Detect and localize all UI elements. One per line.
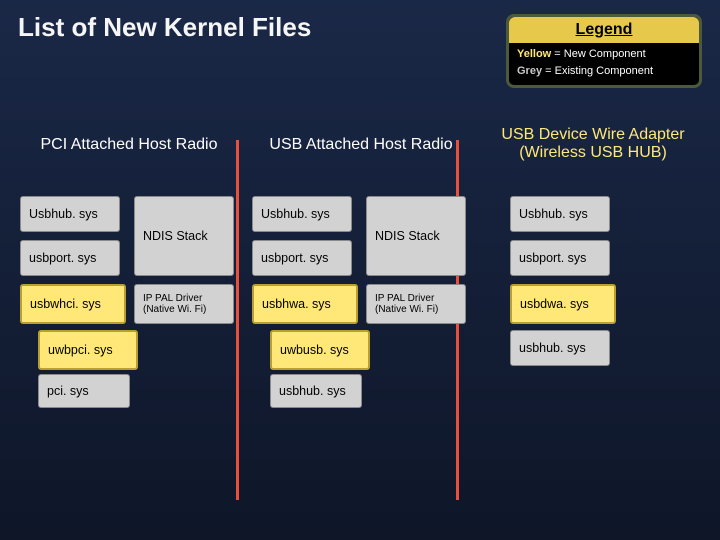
- legend-grey-label: Grey: [517, 65, 542, 77]
- legend-yellow-desc: = New Component: [551, 48, 645, 60]
- column-usb: USB Attached Host Radio Usbhub. sys usbp…: [252, 140, 470, 496]
- box-uwbpci: uwbpci. sys: [38, 330, 138, 370]
- box-usbport: usbport. sys: [252, 240, 352, 276]
- box-usbhub: Usbhub. sys: [20, 196, 120, 232]
- box-uwbusb: uwbusb. sys: [270, 330, 370, 370]
- box-usbhub: Usbhub. sys: [510, 196, 610, 232]
- column-device-wire-adapter: USB Device Wire Adapter (Wireless USB HU…: [484, 140, 702, 496]
- box-ndis-stack: NDIS Stack: [366, 196, 466, 276]
- column-content-dwa: Usbhub. sys usbport. sys usbdwa. sys usb…: [484, 196, 702, 496]
- box-usbdwa: usbdwa. sys: [510, 284, 616, 324]
- legend-title: Legend: [509, 17, 699, 43]
- box-ip-pal: IP PAL Driver (Native Wi. Fi): [134, 284, 234, 324]
- legend-row-yellow: Yellow = New Component: [509, 45, 699, 62]
- box-usbport: usbport. sys: [20, 240, 120, 276]
- page-title: List of New Kernel Files: [18, 12, 311, 43]
- legend-row-grey: Grey = Existing Component: [509, 62, 699, 79]
- legend-grey-desc: = Existing Component: [542, 65, 653, 77]
- box-usbhub-lower: usbhub. sys: [510, 330, 610, 366]
- columns-container: PCI Attached Host Radio Usbhub. sys usbp…: [20, 140, 710, 496]
- box-usbhub-lower: usbhub. sys: [270, 374, 362, 408]
- column-content-pci: Usbhub. sys usbport. sys usbwhci. sys uw…: [20, 196, 238, 496]
- column-pci: PCI Attached Host Radio Usbhub. sys usbp…: [20, 140, 238, 496]
- box-usbhub: Usbhub. sys: [252, 196, 352, 232]
- column-heading-usb: USB Attached Host Radio: [252, 136, 470, 154]
- legend-body: Yellow = New Component Grey = Existing C…: [509, 43, 699, 85]
- box-pci: pci. sys: [38, 374, 130, 408]
- box-ip-pal: IP PAL Driver (Native Wi. Fi): [366, 284, 466, 324]
- column-heading-dwa: USB Device Wire Adapter (Wireless USB HU…: [484, 126, 702, 162]
- box-usbport: usbport. sys: [510, 240, 610, 276]
- legend-box: Legend Yellow = New Component Grey = Exi…: [506, 14, 702, 88]
- column-heading-pci: PCI Attached Host Radio: [20, 136, 238, 154]
- box-usbwhci: usbwhci. sys: [20, 284, 126, 324]
- box-usbhwa: usbhwa. sys: [252, 284, 358, 324]
- legend-yellow-label: Yellow: [517, 48, 551, 60]
- box-ndis-stack: NDIS Stack: [134, 196, 234, 276]
- column-content-usb: Usbhub. sys usbport. sys usbhwa. sys uwb…: [252, 196, 470, 496]
